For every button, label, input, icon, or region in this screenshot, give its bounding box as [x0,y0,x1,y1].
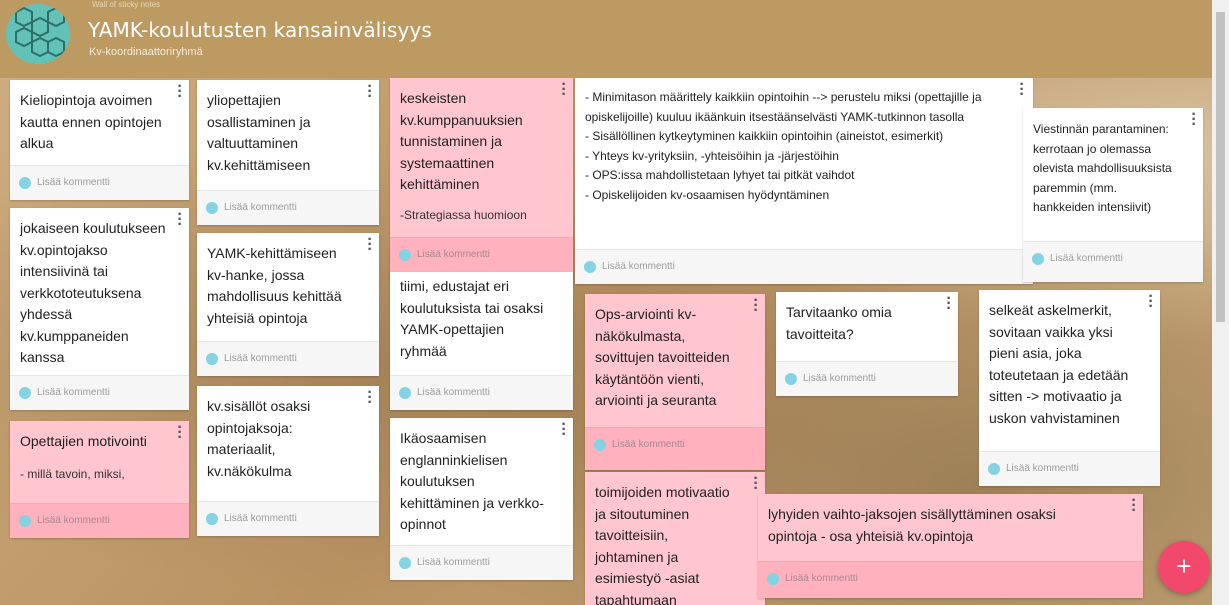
note-text: Ikäosaamisen englanninkielisen koulutuks… [400,430,544,532]
note-text: Kieliopintoja avoimen kautta ennen opint… [20,92,162,151]
breadcrumb: Wall of sticky notes [92,0,161,9]
avatar [19,387,31,399]
more-options-icon[interactable]: · · · [177,208,183,233]
note-card[interactable]: Tarvitaanko omia tavoitteita? · · · Lisää … [776,292,958,396]
more-options-icon[interactable]: · · · [367,233,373,258]
more-options-icon[interactable]: · · · [561,78,567,103]
note-text: tiimi, edustajat eri koulutuksista tai o… [400,278,544,359]
more-options-icon[interactable]: · · · [946,292,952,317]
note-title: Opettajien motivointi [20,433,147,449]
note-text: lyhyiden vaihto-jaksojen sisällyttäminen… [768,506,1056,544]
add-comment-button[interactable]: Lisää kommentti [197,341,379,376]
note-text: YAMK-kehittämiseen kv-hanke, jossa mahdo… [207,245,342,326]
add-comment-button[interactable]: Lisää kommentti [197,190,379,225]
avatar [594,439,606,451]
board-header: Wall of sticky notes YAMK-koulutusten ka… [0,0,1212,78]
more-options-icon[interactable]: · · · [367,386,373,411]
avatar [1032,253,1044,265]
avatar [19,177,31,189]
note-card[interactable]: Kieliopintoja avoimen kautta ennen opint… [10,80,189,200]
add-comment-button[interactable]: Lisää kommentti [585,427,765,470]
add-comment-button[interactable]: Lisää kommentti [979,451,1160,486]
add-comment-button[interactable]: Lisää kommentti [390,545,573,580]
note-text: kv.sisällöt osaksi opintojaksoja: materi… [207,398,311,479]
note-card[interactable]: keskeisten kv.kumppanuuksien tunnistamin… [390,78,573,280]
add-comment-button[interactable]: Lisää kommentti [197,501,379,536]
note-card[interactable]: - Minimitason määrittely kaikkiin opinto… [575,78,1033,284]
note-card[interactable]: YAMK-kehittämiseen kv-hanke, jossa mahdo… [197,233,379,376]
note-subtext: -Strategiassa huomioon [400,208,527,222]
note-card[interactable]: tiimi, edustajat eri koulutuksista tai o… [390,272,573,410]
note-card[interactable]: Ops-arviointi kv- näkökulmasta, sovittuj… [585,294,765,470]
add-comment-button[interactable]: Lisää kommentti [10,503,189,538]
avatar [399,557,411,569]
more-options-icon[interactable]: · · · [1191,108,1197,133]
avatar [399,387,411,399]
more-options-icon[interactable]: · · · [367,80,373,105]
more-options-icon[interactable]: · · · [561,418,567,443]
scrollbar-thumb[interactable] [1216,12,1225,322]
note-card[interactable]: jokaiseen koulutukseen kv.opintojakso in… [10,208,189,410]
board-title: YAMK-koulutusten kansainvälisyys [88,18,432,42]
avatar [206,353,218,365]
note-card[interactable]: Ikäosaamisen englanninkielisen koulutuks… [390,418,573,580]
note-card[interactable]: toimijoiden motivaatio ja sitoutuminen t… [585,472,765,605]
add-comment-button[interactable]: Lisää kommentti [10,165,189,200]
note-text: Ops-arviointi kv- näkökulmasta, sovittuj… [595,306,730,408]
avatar [988,463,1000,475]
note-card[interactable]: Opettajien motivointi - millä tavoin, mi… [10,421,189,538]
note-text: - Minimitason määrittely kaikkiin opinto… [585,90,982,202]
board-subtitle: Kv-koordinaattoriryhmä [89,46,203,58]
note-card[interactable]: yliopettajien osallistaminen ja valtuutt… [197,80,379,225]
avatar [399,249,411,261]
note-card[interactable]: lyhyiden vaihto-jaksojen sisällyttäminen… [758,494,1143,598]
board-logo [6,4,70,64]
more-options-icon[interactable]: · · · [1148,290,1154,315]
note-text: selkeät askelmerkit, sovitaan vaikka yks… [989,302,1129,426]
avatar [584,261,596,273]
note-card[interactable]: Viestinnän parantaminen: kerrotaan jo ol… [1023,108,1203,282]
add-comment-button[interactable]: Lisää kommentti [575,249,1033,284]
note-text: yliopettajien osallistaminen ja valtuutt… [207,92,311,173]
more-options-icon[interactable]: · · · [177,80,183,105]
note-text: jokaiseen koulutukseen kv.opintojakso in… [20,220,166,365]
more-options-icon[interactable]: · · · [753,472,759,497]
add-comment-button[interactable]: Lisää kommentti [1023,241,1203,282]
more-options-icon[interactable]: · · · [177,421,183,446]
avatar [206,202,218,214]
add-note-button[interactable]: + [1158,541,1210,593]
avatar [785,373,797,385]
note-text: Viestinnän parantaminen: kerrotaan jo ol… [1033,122,1172,214]
note-card[interactable]: kv.sisällöt osaksi opintojaksoja: materi… [197,386,379,536]
add-comment-button[interactable]: Lisää kommentti [390,375,573,410]
avatar [767,573,779,585]
avatar [19,515,31,527]
note-text: toimijoiden motivaatio ja sitoutuminen t… [595,484,730,605]
add-comment-button[interactable]: Lisää kommentti [776,361,958,396]
add-comment-button[interactable]: Lisää kommentti [758,561,1143,598]
note-text: Tarvitaanko omia tavoitteita? [786,304,892,342]
avatar [206,513,218,525]
more-options-icon[interactable]: · · · [753,294,759,319]
note-subtext: - millä tavoin, miksi, [20,467,125,481]
more-options-icon[interactable]: · · · [1019,78,1025,103]
more-options-icon[interactable]: · · · [1131,494,1137,519]
add-comment-button[interactable]: Lisää kommentti [10,375,189,410]
note-title: keskeisten kv.kumppanuuksien tunnistamin… [400,90,523,192]
note-card[interactable]: selkeät askelmerkit, sovitaan vaikka yks… [979,290,1160,486]
